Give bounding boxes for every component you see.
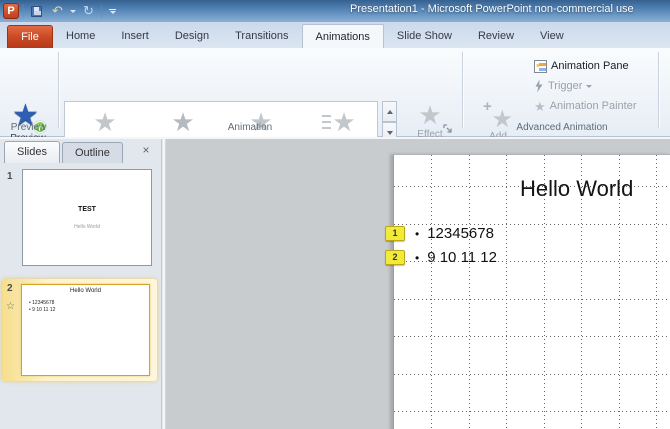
star-icon: ★ bbox=[93, 108, 116, 136]
bullet-1-text: 12345678 bbox=[427, 225, 494, 242]
gridline-horizontal bbox=[394, 336, 670, 337]
group-separator bbox=[658, 52, 659, 128]
close-panel-button[interactable]: × bbox=[137, 142, 155, 159]
slide-title-text[interactable]: Hello World bbox=[520, 176, 633, 202]
trigger-label: Trigger bbox=[548, 80, 582, 92]
animation-order-tag-2[interactable]: 2 bbox=[385, 250, 405, 265]
gridline-vertical bbox=[469, 155, 470, 429]
tab-file[interactable]: File bbox=[7, 25, 53, 48]
gridline-vertical bbox=[506, 155, 507, 429]
separator bbox=[101, 4, 102, 18]
slide-bullet-1[interactable]: • 12345678 bbox=[415, 225, 494, 242]
tab-insert[interactable]: Insert bbox=[108, 24, 162, 48]
plus-icon: + bbox=[483, 98, 492, 115]
animation-pane-button[interactable]: ✶ Animation Pane bbox=[534, 57, 629, 75]
triangle-up-icon bbox=[387, 110, 393, 114]
slide-bullet-2[interactable]: • 9 10 11 12 bbox=[415, 249, 497, 266]
bullet-icon: • bbox=[415, 227, 419, 241]
slide-2-thumbnail[interactable]: Hello World • 12345678 • 9 10 11 12 bbox=[21, 284, 150, 376]
undo-button[interactable]: ↶ bbox=[49, 3, 66, 20]
tab-home[interactable]: Home bbox=[53, 24, 108, 48]
slide-1-title: TEST bbox=[23, 206, 151, 213]
gridline-horizontal bbox=[394, 374, 670, 375]
advanced-animation-group-label: Advanced Animation bbox=[466, 122, 658, 133]
panel-tabs: Slides Outline bbox=[4, 141, 125, 163]
triangle-down-icon bbox=[387, 131, 393, 135]
preview-group-label: Preview bbox=[0, 122, 57, 133]
quick-access-toolbar: P ↶ ↻ bbox=[0, 0, 119, 22]
star-icon: ★ bbox=[418, 101, 441, 129]
animation-pane-icon: ✶ bbox=[534, 60, 547, 73]
gridline-vertical bbox=[656, 155, 657, 429]
gridline-vertical bbox=[431, 155, 432, 429]
tab-slides[interactable]: Slides bbox=[4, 141, 60, 163]
bullet-icon: • bbox=[415, 251, 419, 265]
trigger-button[interactable]: Trigger bbox=[534, 77, 592, 95]
customize-qat-button[interactable] bbox=[106, 7, 119, 16]
redo-icon: ↻ bbox=[83, 6, 94, 16]
animation-painter-label: Animation Painter bbox=[550, 100, 637, 112]
animation-pane-label: Animation Pane bbox=[551, 60, 629, 72]
powerpoint-window: P ↶ ↻ Presentation1 - Microsoft PowerPoi… bbox=[0, 0, 670, 429]
group-separator bbox=[462, 52, 463, 128]
undo-icon: ↶ bbox=[52, 6, 63, 16]
animation-dialog-launcher[interactable] bbox=[443, 122, 454, 133]
slide-1-subtitle: Hello World bbox=[23, 224, 151, 230]
tab-animations[interactable]: Animations bbox=[302, 24, 384, 48]
bar-icon bbox=[109, 9, 116, 10]
window-title: Presentation1 - Microsoft PowerPoint non… bbox=[350, 3, 634, 15]
powerpoint-app-icon[interactable]: P bbox=[3, 3, 19, 19]
separator bbox=[23, 4, 24, 18]
bullet-2-text: 9 10 11 12 bbox=[427, 249, 497, 266]
ribbon: ★ Preview Preview ★ None ★ Appear ★ Fade bbox=[0, 48, 670, 137]
tab-review[interactable]: Review bbox=[465, 24, 527, 48]
lightning-icon bbox=[534, 80, 544, 93]
tab-view[interactable]: View bbox=[527, 24, 577, 48]
redo-button[interactable]: ↻ bbox=[80, 3, 97, 20]
slide-1-number: 1 bbox=[7, 171, 13, 182]
slide-2-title: Hello World bbox=[22, 288, 149, 294]
gridline-horizontal bbox=[394, 299, 670, 300]
animation-painter-button[interactable]: ★ Animation Painter bbox=[534, 97, 636, 115]
slide-1-thumbnail[interactable]: TEST Hello World bbox=[22, 169, 152, 266]
slide-2-selection: 2 ☆ Hello World • 12345678 • 9 10 11 12 bbox=[2, 279, 157, 381]
animation-indicator-icon: ☆ bbox=[6, 301, 15, 312]
undo-dropdown-arrow-icon[interactable] bbox=[70, 10, 76, 13]
workspace: Slides Outline × 1 TEST Hello World 2 ☆ … bbox=[0, 137, 670, 429]
group-separator bbox=[58, 52, 59, 128]
title-bar: P ↶ ↻ Presentation1 - Microsoft PowerPoi… bbox=[0, 0, 670, 22]
panel-splitter[interactable] bbox=[161, 139, 166, 429]
animation-order-tag-1[interactable]: 1 bbox=[385, 226, 405, 241]
gallery-scroll-up-button[interactable] bbox=[382, 101, 397, 122]
tab-transitions[interactable]: Transitions bbox=[222, 24, 301, 48]
gridline-horizontal bbox=[394, 411, 670, 412]
slide-2-number: 2 bbox=[7, 283, 13, 294]
slide-canvas[interactable]: Hello World 1 • 12345678 2 • 9 10 11 12 bbox=[393, 154, 670, 429]
animation-group-label: Animation bbox=[120, 122, 380, 133]
slides-panel: Slides Outline × 1 TEST Hello World 2 ☆ … bbox=[0, 139, 161, 429]
tab-design[interactable]: Design bbox=[162, 24, 222, 48]
dropdown-arrow-icon bbox=[586, 85, 592, 88]
ribbon-tab-row: File Home Insert Design Transitions Anim… bbox=[0, 22, 670, 48]
tab-outline[interactable]: Outline bbox=[62, 142, 123, 163]
chevron-down-icon bbox=[110, 11, 116, 14]
slide-2-bullet: • 12345678 bbox=[29, 300, 54, 306]
animation-painter-icon: ★ bbox=[534, 100, 546, 113]
slide-2-bullet: • 9 10 11 12 bbox=[29, 307, 55, 313]
tab-slide-show[interactable]: Slide Show bbox=[384, 24, 465, 48]
save-icon bbox=[31, 6, 42, 17]
save-button[interactable] bbox=[28, 3, 45, 20]
